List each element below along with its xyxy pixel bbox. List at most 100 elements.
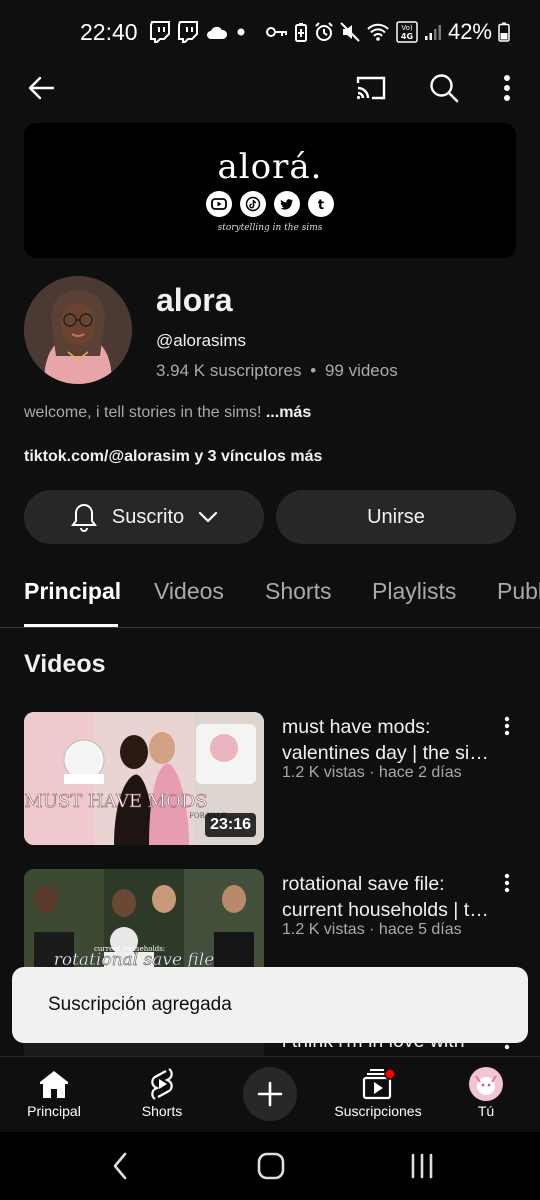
channel-description[interactable]: welcome, i tell stories in the sims! ...… xyxy=(24,404,311,422)
system-back-button[interactable] xyxy=(96,1144,144,1188)
shorts-icon xyxy=(148,1065,176,1103)
more-vert-icon xyxy=(504,873,510,893)
subscriber-count: 3.94 K suscriptores xyxy=(156,361,302,380)
channel-avatar[interactable] xyxy=(24,276,132,384)
join-button[interactable]: Unirse xyxy=(276,490,516,544)
video-title-line-2: current households | the sims 4 xyxy=(282,899,496,921)
channel-tabs: Principal Videos Shorts Playlists Public… xyxy=(0,560,540,628)
thumbnail-title: MUST HAVE MODS xyxy=(24,791,207,812)
more-vert-icon xyxy=(504,716,510,736)
video-title[interactable]: rotational save file: current households… xyxy=(282,871,496,923)
alarm-icon xyxy=(314,22,334,42)
battery-percent: 42% xyxy=(447,19,492,44)
create-button[interactable] xyxy=(243,1067,297,1121)
network-type: 4G xyxy=(401,32,413,41)
channel-handle: @alorasims xyxy=(156,331,246,350)
mute-icon xyxy=(340,22,360,42)
nav-shorts[interactable]: Shorts xyxy=(136,1065,188,1119)
tab-videos[interactable]: Videos xyxy=(154,578,224,605)
nav-shorts-label: Shorts xyxy=(141,1103,183,1119)
video-item[interactable]: MUST HAVE MODS FOR VALE 23:16 must have … xyxy=(24,712,516,845)
tab-playlists[interactable]: Playlists xyxy=(372,578,456,605)
cloud-icon xyxy=(206,24,228,40)
more-link[interactable]: ...más xyxy=(266,404,311,421)
battery-icon xyxy=(498,22,510,42)
meta-separator: · xyxy=(364,764,379,781)
channel-banner: alorá. t storytelling in the sims xyxy=(24,123,516,258)
separator: • xyxy=(310,361,317,380)
twitter-icon xyxy=(274,190,300,217)
cast-icon xyxy=(356,76,386,100)
profile-avatar xyxy=(468,1065,504,1103)
nav-home-label: Principal xyxy=(27,1103,81,1119)
video-thumbnail[interactable]: MUST HAVE MODS FOR VALE 23:16 xyxy=(24,712,264,845)
section-title: Videos xyxy=(24,650,106,678)
video-title[interactable]: must have mods: valentines day | the sim… xyxy=(282,714,496,766)
battery-saver-icon xyxy=(294,22,308,42)
dot-icon xyxy=(236,27,246,37)
video-title-line-1: must have mods: xyxy=(282,716,431,738)
snackbar-message: Suscripción agregada xyxy=(48,994,232,1015)
recents-icon xyxy=(411,1153,433,1179)
status-bar: 22:40 Vo) 4G 42% xyxy=(0,0,540,64)
video-views: 1.2 K vistas xyxy=(282,764,365,781)
nav-you-label: Tú xyxy=(477,1103,495,1119)
snackbar: Suscripción agregada xyxy=(12,967,528,1043)
back-arrow-icon xyxy=(28,76,55,100)
tumblr-icon: t xyxy=(308,190,334,217)
subscribed-button[interactable]: Suscrito xyxy=(24,490,264,544)
video-meta: 1.2 K vistas · hace 5 días xyxy=(282,921,462,939)
twitch-icon xyxy=(177,21,198,43)
key-icon xyxy=(265,25,288,39)
nav-you[interactable]: Tú xyxy=(466,1065,506,1119)
back-button[interactable] xyxy=(17,64,65,112)
nav-subscriptions[interactable]: Suscripciones xyxy=(330,1065,426,1119)
search-button[interactable] xyxy=(420,64,468,112)
svg-text:Vo): Vo) xyxy=(401,24,413,32)
video-meta: 1.2 K vistas · hace 2 días xyxy=(282,764,462,782)
video-views: 1.2 K vistas xyxy=(282,921,365,938)
channel-links[interactable]: tiktok.com/@alorasim y 3 vínculos más xyxy=(24,448,322,466)
wifi-icon xyxy=(366,22,390,42)
plus-icon xyxy=(257,1081,283,1107)
system-recents-button[interactable] xyxy=(398,1144,446,1188)
meta-separator: · xyxy=(364,921,379,938)
video-title-line-1: rotational save file: xyxy=(282,873,445,895)
join-label: Unirse xyxy=(367,505,425,528)
video-more-button[interactable] xyxy=(498,714,516,738)
search-icon xyxy=(430,74,459,103)
banner-tagline: storytelling in the sims xyxy=(217,222,323,233)
video-more-button[interactable] xyxy=(498,871,516,895)
description-text: welcome, i tell stories in the sims! xyxy=(24,404,262,421)
video-duration: 23:16 xyxy=(205,813,256,837)
bell-icon xyxy=(70,503,97,532)
app-bar xyxy=(0,64,540,112)
nav-subscriptions-label: Suscripciones xyxy=(334,1103,422,1119)
bottom-nav: Principal Shorts Suscripciones Tú xyxy=(0,1056,540,1132)
tab-shorts[interactable]: Shorts xyxy=(265,578,331,605)
status-time: 22:40 xyxy=(80,18,138,45)
active-tab-indicator xyxy=(24,624,118,627)
home-circle-icon xyxy=(257,1152,285,1180)
nav-home[interactable]: Principal xyxy=(24,1065,84,1119)
banner-logo: alorá. xyxy=(217,146,323,187)
signal-icon xyxy=(424,23,442,41)
twitch-icon xyxy=(149,21,170,43)
video-age: hace 2 días xyxy=(378,764,462,781)
cast-button[interactable] xyxy=(347,64,395,112)
system-home-button[interactable] xyxy=(247,1144,295,1188)
youtube-icon xyxy=(206,190,232,217)
video-count: 99 videos xyxy=(324,361,398,380)
tab-publicaciones[interactable]: Publicaciones xyxy=(497,578,540,605)
channel-name: alora xyxy=(156,282,233,318)
subscriptions-icon xyxy=(361,1065,395,1103)
tab-principal[interactable]: Principal xyxy=(24,578,121,605)
more-options-button[interactable] xyxy=(483,64,531,112)
more-vert-icon xyxy=(504,75,510,101)
volte-icon: Vo) 4G xyxy=(396,21,418,43)
video-title-line-2: valentines day | the sims 4 xyxy=(282,742,496,764)
chevron-down-icon xyxy=(199,511,218,523)
home-icon xyxy=(38,1065,70,1103)
chevron-left-icon xyxy=(113,1152,127,1180)
channel-stats: 3.94 K suscriptores • 99 videos xyxy=(156,361,398,381)
